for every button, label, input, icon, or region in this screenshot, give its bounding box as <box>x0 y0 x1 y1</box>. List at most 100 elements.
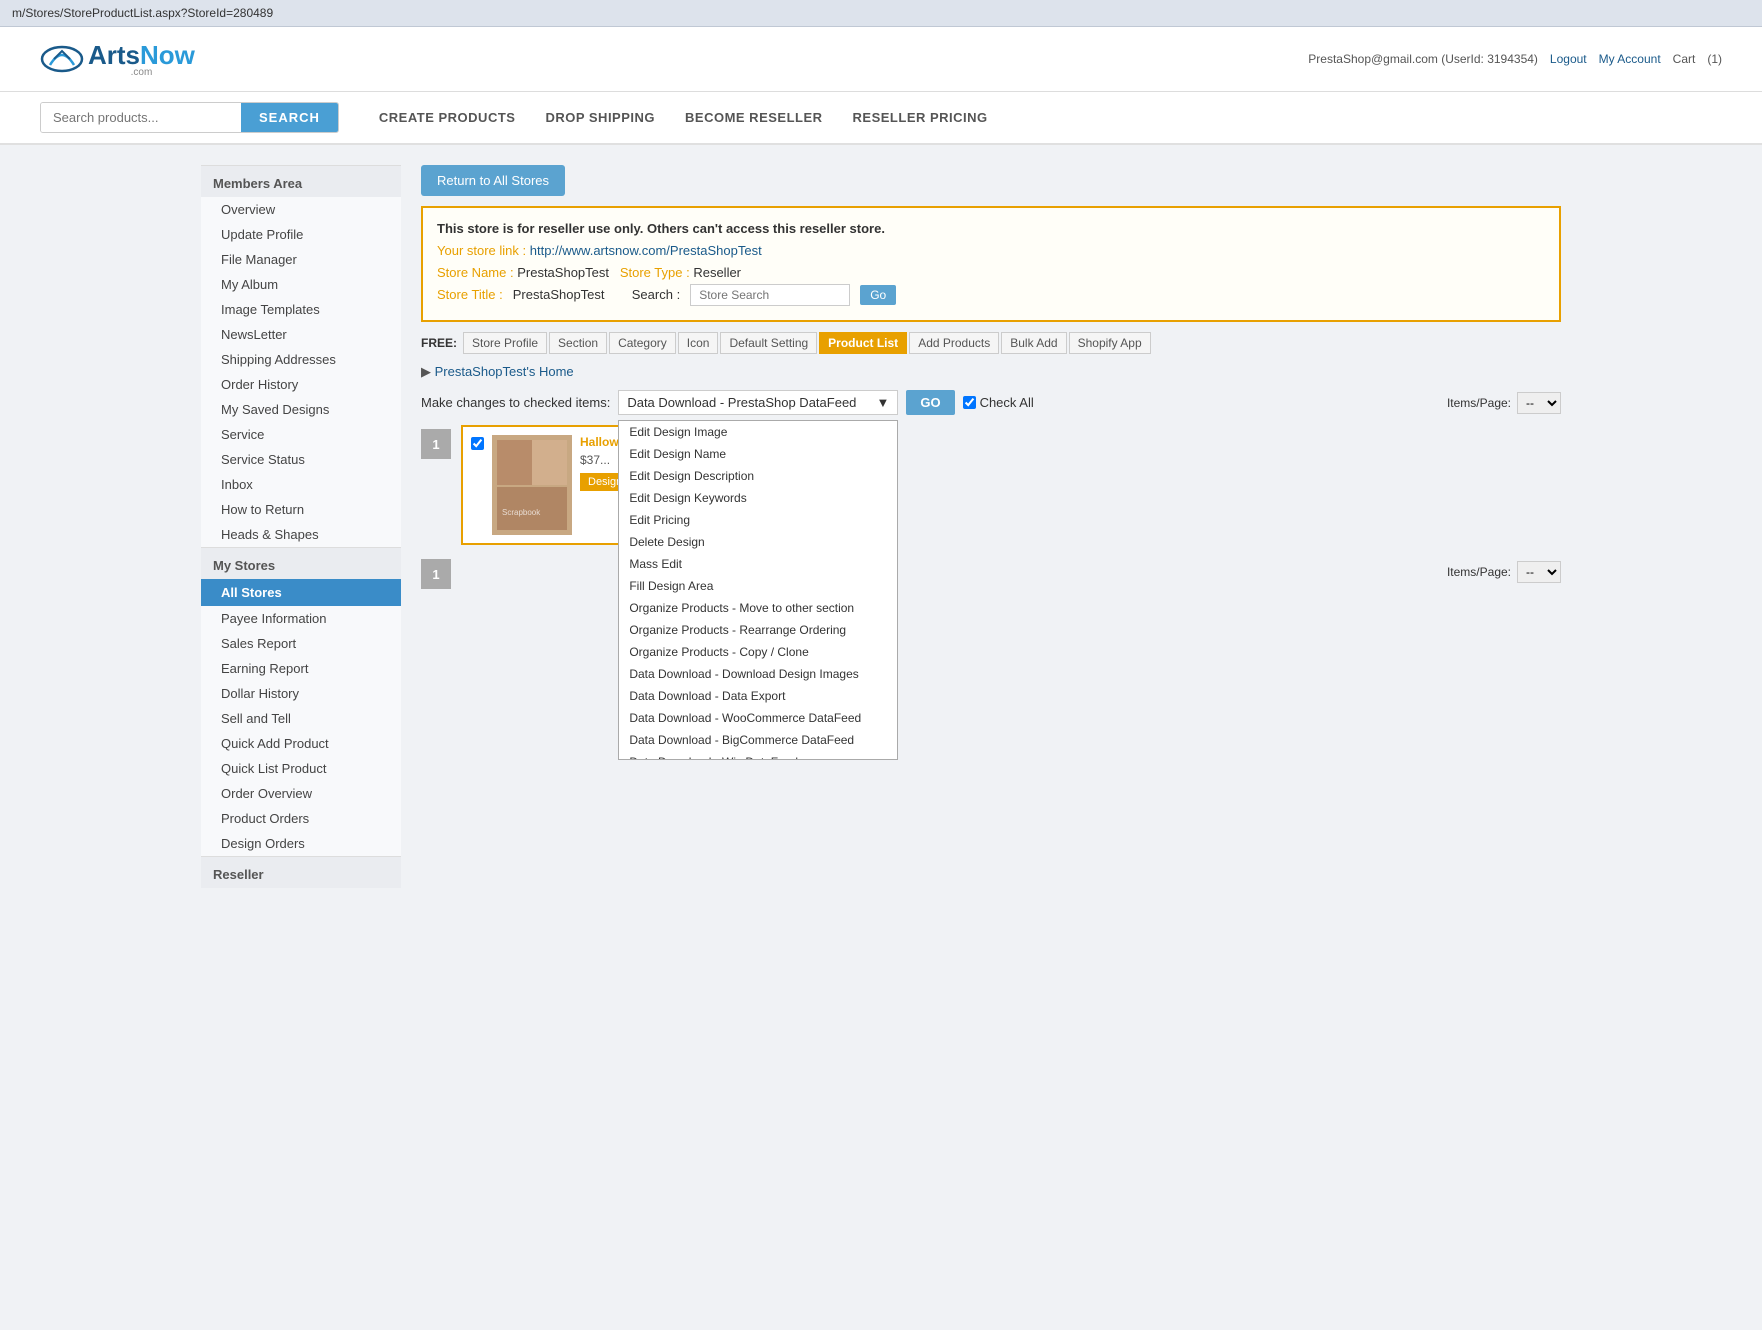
dropdown-opt-download-design-images[interactable]: Data Download - Download Design Images <box>619 663 897 685</box>
dropdown-current-value: Data Download - PrestaShop DataFeed <box>627 395 876 410</box>
sidebar-update-profile[interactable]: Update Profile <box>201 222 401 247</box>
sidebar-service-status[interactable]: Service Status <box>201 447 401 472</box>
sidebar-product-orders[interactable]: Product Orders <box>201 806 401 831</box>
content: Return to All Stores This store is for r… <box>401 165 1561 888</box>
store-type-label: Store Type : <box>620 265 690 280</box>
tab-default-setting[interactable]: Default Setting <box>720 332 817 354</box>
sidebar-my-album[interactable]: My Album <box>201 272 401 297</box>
dropdown-opt-fill-design-area[interactable]: Fill Design Area <box>619 575 897 597</box>
dropdown-opt-organize-copy[interactable]: Organize Products - Copy / Clone <box>619 641 897 663</box>
sidebar-sell-and-tell[interactable]: Sell and Tell <box>201 706 401 731</box>
sidebar-order-overview[interactable]: Order Overview <box>201 781 401 806</box>
sidebar-shipping-addresses[interactable]: Shipping Addresses <box>201 347 401 372</box>
nav-create-products[interactable]: CREATE PRODUCTS <box>379 110 516 125</box>
dropdown-wrapper: Data Download - PrestaShop DataFeed ▼ Ed… <box>618 390 898 415</box>
main-layout: Members Area Overview Update Profile Fil… <box>181 145 1581 908</box>
nav-become-reseller[interactable]: BECOME RESELLER <box>685 110 823 125</box>
row-number-1: 1 <box>421 429 451 459</box>
search-nav-row: SEARCH CREATE PRODUCTS DROP SHIPPING BEC… <box>0 92 1762 145</box>
dropdown-opt-edit-design-description[interactable]: Edit Design Description <box>619 465 897 487</box>
dropdown-opt-edit-design-image[interactable]: Edit Design Image <box>619 421 897 443</box>
dropdown-opt-edit-design-keywords[interactable]: Edit Design Keywords <box>619 487 897 509</box>
tab-section[interactable]: Section <box>549 332 607 354</box>
dropdown-menu[interactable]: Edit Design Image Edit Design Name Edit … <box>618 420 898 760</box>
dropdown-opt-delete-design[interactable]: Delete Design <box>619 531 897 553</box>
dropdown-opt-wix[interactable]: Data Download - Wix DataFeed <box>619 751 897 760</box>
store-warning-text: This store is for reseller use only. Oth… <box>437 218 1545 240</box>
product-checkbox-1[interactable] <box>471 437 484 450</box>
search-input[interactable] <box>41 103 241 132</box>
sidebar-heads-shapes[interactable]: Heads & Shapes <box>201 522 401 547</box>
cart-count: (1) <box>1707 52 1722 66</box>
store-info-box: This store is for reseller use only. Oth… <box>421 206 1561 322</box>
tab-store-profile[interactable]: Store Profile <box>463 332 547 354</box>
dropdown-opt-organize-move[interactable]: Organize Products - Move to other sectio… <box>619 597 897 619</box>
sidebar-inbox[interactable]: Inbox <box>201 472 401 497</box>
sidebar-service[interactable]: Service <box>201 422 401 447</box>
my-account-link[interactable]: My Account <box>1599 52 1661 66</box>
search-box: SEARCH <box>40 102 339 133</box>
sidebar-newsletter[interactable]: NewsLetter <box>201 322 401 347</box>
items-per-page-right: Items/Page: -- 10 20 50 <box>1447 392 1561 414</box>
sidebar-quick-list-product[interactable]: Quick List Product <box>201 756 401 781</box>
sidebar: Members Area Overview Update Profile Fil… <box>201 165 401 888</box>
dropdown-opt-edit-design-name[interactable]: Edit Design Name <box>619 443 897 465</box>
sidebar-image-templates[interactable]: Image Templates <box>201 297 401 322</box>
items-per-page-label-bottom: Items/Page: <box>1447 565 1511 579</box>
user-info: PrestaShop@gmail.com (UserId: 3194354) <box>1308 52 1538 66</box>
tab-icon[interactable]: Icon <box>678 332 719 354</box>
sidebar-file-manager[interactable]: File Manager <box>201 247 401 272</box>
sidebar-sales-report[interactable]: Sales Report <box>201 631 401 656</box>
items-per-page-bottom: Items/Page: -- 10 20 50 <box>1447 561 1561 583</box>
logo-area: ArtsNow .com <box>40 37 195 81</box>
nav-drop-shipping[interactable]: DROP SHIPPING <box>545 110 655 125</box>
dropdown-opt-mass-edit[interactable]: Mass Edit <box>619 553 897 575</box>
make-changes-go-button[interactable]: GO <box>906 390 954 415</box>
sidebar-payee-information[interactable]: Payee Information <box>201 606 401 631</box>
sidebar-dollar-history[interactable]: Dollar History <box>201 681 401 706</box>
tab-product-list[interactable]: Product List <box>819 332 907 354</box>
header: ArtsNow .com PrestaShop@gmail.com (UserI… <box>0 27 1762 92</box>
return-to-all-stores-button[interactable]: Return to All Stores <box>421 165 565 196</box>
items-per-page-select-bottom[interactable]: -- 10 20 50 <box>1517 561 1561 583</box>
store-title-value: PrestaShopTest <box>513 284 605 306</box>
tab-category[interactable]: Category <box>609 332 676 354</box>
second-row-area: 1 Items/Page: -- 10 20 50 <box>421 555 1561 589</box>
tab-bulk-add[interactable]: Bulk Add <box>1001 332 1066 354</box>
dropdown-opt-bigcommerce[interactable]: Data Download - BigCommerce DataFeed <box>619 729 897 751</box>
changes-dropdown-display[interactable]: Data Download - PrestaShop DataFeed ▼ <box>618 390 898 415</box>
store-search-input[interactable] <box>690 284 850 306</box>
store-name-label: Store Name : <box>437 265 514 280</box>
sidebar-earning-report[interactable]: Earning Report <box>201 656 401 681</box>
dropdown-opt-edit-pricing[interactable]: Edit Pricing <box>619 509 897 531</box>
logo-text-area: ArtsNow .com <box>88 40 195 78</box>
sidebar-all-stores[interactable]: All Stores <box>201 579 401 606</box>
dropdown-opt-organize-rearrange[interactable]: Organize Products - Rearrange Ordering <box>619 619 897 641</box>
logout-link[interactable]: Logout <box>1550 52 1587 66</box>
tab-add-products[interactable]: Add Products <box>909 332 999 354</box>
logo-icon <box>40 37 84 81</box>
sidebar-section-members-area: Members Area <box>201 165 401 197</box>
make-changes-row: Make changes to checked items: Data Down… <box>421 390 1561 415</box>
check-all-checkbox[interactable] <box>963 396 976 409</box>
store-home-link[interactable]: PrestaShopTest's Home <box>421 364 574 380</box>
nav-reseller-pricing[interactable]: RESELLER PRICING <box>853 110 988 125</box>
product-image-1: Scrapbook <box>492 435 572 535</box>
sidebar-order-history[interactable]: Order History <box>201 372 401 397</box>
sidebar-quick-add-product[interactable]: Quick Add Product <box>201 731 401 756</box>
sidebar-how-to-return[interactable]: How to Return <box>201 497 401 522</box>
address-bar: m/Stores/StoreProductList.aspx?StoreId=2… <box>0 0 1762 27</box>
tab-shopify-app[interactable]: Shopify App <box>1069 332 1151 354</box>
search-button[interactable]: SEARCH <box>241 103 338 132</box>
sidebar-overview[interactable]: Overview <box>201 197 401 222</box>
store-name-row: Store Name : PrestaShopTest Store Type :… <box>437 262 1545 284</box>
dropdown-opt-data-export[interactable]: Data Download - Data Export <box>619 685 897 707</box>
sidebar-design-orders[interactable]: Design Orders <box>201 831 401 856</box>
store-search-go-button[interactable]: Go <box>860 285 896 305</box>
sidebar-my-saved-designs[interactable]: My Saved Designs <box>201 397 401 422</box>
dropdown-opt-woocommerce[interactable]: Data Download - WooCommerce DataFeed <box>619 707 897 729</box>
header-right: PrestaShop@gmail.com (UserId: 3194354) L… <box>1308 52 1722 66</box>
items-per-page-select[interactable]: -- 10 20 50 <box>1517 392 1561 414</box>
store-link[interactable]: http://www.artsnow.com/PrestaShopTest <box>530 243 762 258</box>
product-row-1: 1 Scrapbook Halloween-Scrapbook-N Long $… <box>421 425 1561 545</box>
